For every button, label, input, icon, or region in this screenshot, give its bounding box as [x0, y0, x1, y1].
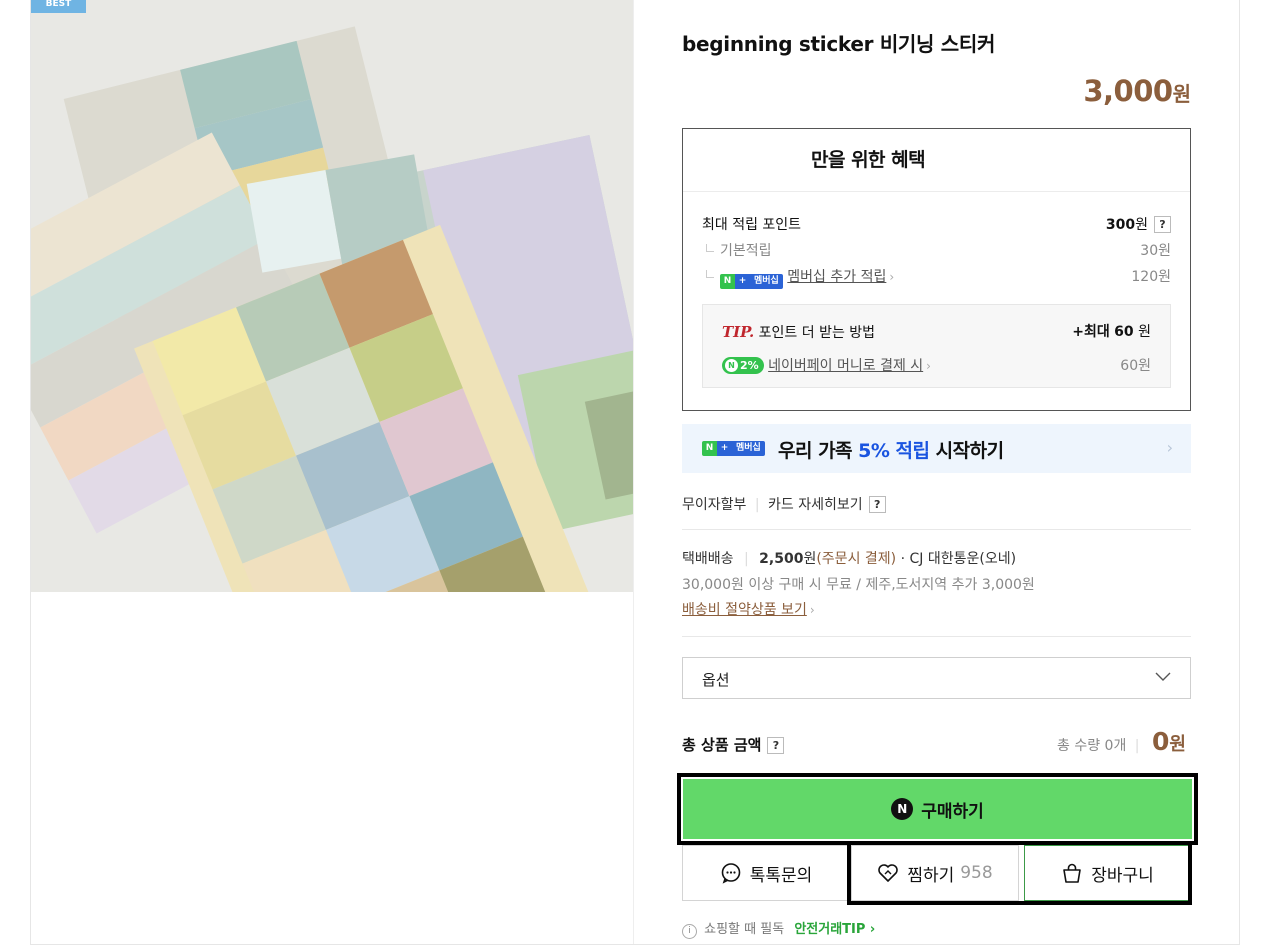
max-points-value: 300: [1105, 217, 1136, 233]
total-quantity: 총 수량 0개 |: [1057, 735, 1140, 755]
chevron-right-icon: ›: [809, 603, 815, 617]
naver-plus-membership-badge: N + 멤버십: [702, 441, 765, 456]
total-label: 총 상품 금액: [682, 736, 762, 754]
card-detail-link[interactable]: 카드 자세히보기: [768, 497, 863, 513]
separator: |: [1134, 738, 1140, 754]
promo-text-post: 시작하기: [935, 440, 1004, 462]
naverpay-link[interactable]: 네이버페이 머니로 결제 시: [768, 358, 923, 374]
shipping-row: 택배배송 | 2,500원(주문시 결제) · CJ 대한통운(오네): [682, 548, 1016, 568]
shipping-saving-link[interactable]: 배송비 절약상품 보기: [682, 602, 807, 618]
tree-elbow-icon: [706, 244, 714, 252]
buy-button[interactable]: N 구매하기: [683, 779, 1192, 839]
basic-points-value: 30원: [1140, 243, 1171, 259]
buy-button-frame: N 구매하기: [677, 773, 1198, 845]
tip-box: TIP. 포인트 더 받는 방법 +최대 60 원 N 2% 네이버페이 머니로 …: [702, 304, 1171, 388]
talk-inquiry-button[interactable]: 톡톡문의: [682, 845, 850, 901]
promo-text-pre: 우리 가족: [778, 440, 853, 462]
divider: [682, 529, 1191, 530]
shipping-label: 택배배송: [682, 551, 734, 567]
shipping-fee: 2,500: [759, 551, 804, 567]
wishlist-count: 958: [960, 863, 993, 883]
wishlist-button[interactable]: 찜하기 958: [851, 845, 1019, 901]
chevron-right-icon: ›: [889, 270, 895, 284]
tip-max-prefix: +최대: [1072, 324, 1110, 340]
wishlist-label: 찜하기: [907, 865, 955, 886]
help-icon[interactable]: ?: [1154, 216, 1171, 233]
installment-text: 무이자할부: [682, 497, 747, 513]
chevron-right-icon: ›: [865, 922, 876, 937]
chevron-right-icon: ›: [1166, 438, 1173, 457]
price-value: 3,000: [1083, 74, 1173, 108]
talk-inquiry-label: 톡톡문의: [749, 865, 813, 886]
tip-max-unit: 원: [1138, 324, 1151, 340]
naverpay-value: 60원: [1120, 358, 1151, 374]
tree-elbow-icon: [706, 270, 714, 278]
naver-n-icon: N: [891, 798, 914, 820]
total-label-row: 총 상품 금액?: [682, 734, 785, 755]
tip-title: TIP. 포인트 더 받는 방법: [722, 322, 875, 342]
cart-button[interactable]: 장바구니: [1024, 845, 1191, 901]
benefit-heading: 만을 위한 혜택: [683, 129, 1190, 192]
basic-points-row: 기본적립 30원: [702, 240, 1171, 260]
best-badge: BEST: [31, 0, 86, 13]
shipping-condition: 30,000원 이상 구매 시 무료 / 제주,도서지역 추가 3,000원: [682, 577, 1035, 593]
max-points-unit: 원: [1135, 217, 1148, 233]
chat-bubble-icon: [721, 863, 741, 884]
cart-label: 장바구니: [1091, 865, 1154, 886]
option-select-value: 옵션: [702, 671, 730, 689]
product-image[interactable]: [31, 0, 633, 592]
chevron-down-icon: [1155, 672, 1171, 681]
separator: |: [743, 551, 749, 567]
heart-icon: [878, 864, 899, 882]
safety-text: 쇼핑할 때 필독: [704, 922, 785, 937]
column-divider: [633, 0, 634, 944]
product-price: 3,000원: [1083, 74, 1191, 108]
shopping-bag-icon: [1063, 863, 1082, 883]
safety-notice: i 쇼핑할 때 필독 안전거래TIP ›: [682, 918, 875, 939]
tip-max: +최대 60 원: [1072, 321, 1151, 341]
membership-points-row: N + 멤버십 멤버십 추가 적립 › 120원: [702, 266, 1171, 289]
info-icon: i: [682, 924, 697, 939]
shipping-saving-row: 배송비 절약상품 보기 ›: [682, 599, 815, 619]
tip-label: TIP.: [722, 323, 755, 341]
safety-tip-link[interactable]: 안전거래TIP: [794, 922, 865, 937]
help-icon[interactable]: ?: [868, 496, 886, 513]
shipping-fee-note: (주문시 결제): [816, 551, 897, 567]
total-price-unit: 원: [1169, 734, 1186, 755]
membership-promo-banner[interactable]: N + 멤버십 우리 가족 5% 적립 시작하기 ›: [682, 424, 1191, 473]
max-points-row: 최대 적립 포인트 300원?: [702, 214, 1171, 234]
buy-button-label: 구매하기: [921, 801, 984, 822]
tip-max-value: 60: [1114, 324, 1134, 340]
promo-text: 우리 가족 5% 적립 시작하기: [778, 436, 1004, 463]
separator: |: [754, 497, 760, 513]
help-icon[interactable]: ?: [767, 737, 785, 754]
total-price-value: 0: [1152, 727, 1170, 756]
membership-points-link[interactable]: 멤버십 추가 적립: [787, 269, 886, 285]
chevron-right-icon: ›: [926, 359, 931, 373]
payment-row: 무이자할부 | 카드 자세히보기?: [682, 494, 886, 514]
max-points-label: 최대 적립 포인트: [702, 217, 802, 233]
shipping-carrier: · CJ 대한통운(오네): [900, 551, 1017, 567]
sticker-sheets-illustration: [31, 0, 633, 592]
option-select[interactable]: 옵션: [682, 657, 1191, 699]
basic-points-label: 기본적립: [720, 243, 772, 259]
naver-plus-membership-badge: N + 멤버십: [720, 274, 783, 289]
shipping-fee-unit: 원: [803, 551, 817, 567]
membership-points-value: 120원: [1131, 269, 1171, 285]
product-title: beginning sticker 비기닝 스티커: [682, 32, 996, 56]
naverpay-row: N 2% 네이버페이 머니로 결제 시 ›: [722, 355, 931, 375]
divider: [682, 636, 1191, 637]
naverpay-percent-badge: N 2%: [722, 357, 764, 374]
price-unit: 원: [1172, 82, 1191, 106]
total-price: 0원: [1152, 727, 1186, 756]
tip-text: 포인트 더 받는 방법: [758, 325, 876, 341]
promo-text-highlight: 5% 적립: [858, 440, 930, 462]
benefit-box: 만을 위한 혜택 최대 적립 포인트 300원? 기본적립 30원 N + 멤버십 …: [682, 128, 1191, 411]
total-quantity-text: 총 수량 0개: [1057, 738, 1127, 754]
